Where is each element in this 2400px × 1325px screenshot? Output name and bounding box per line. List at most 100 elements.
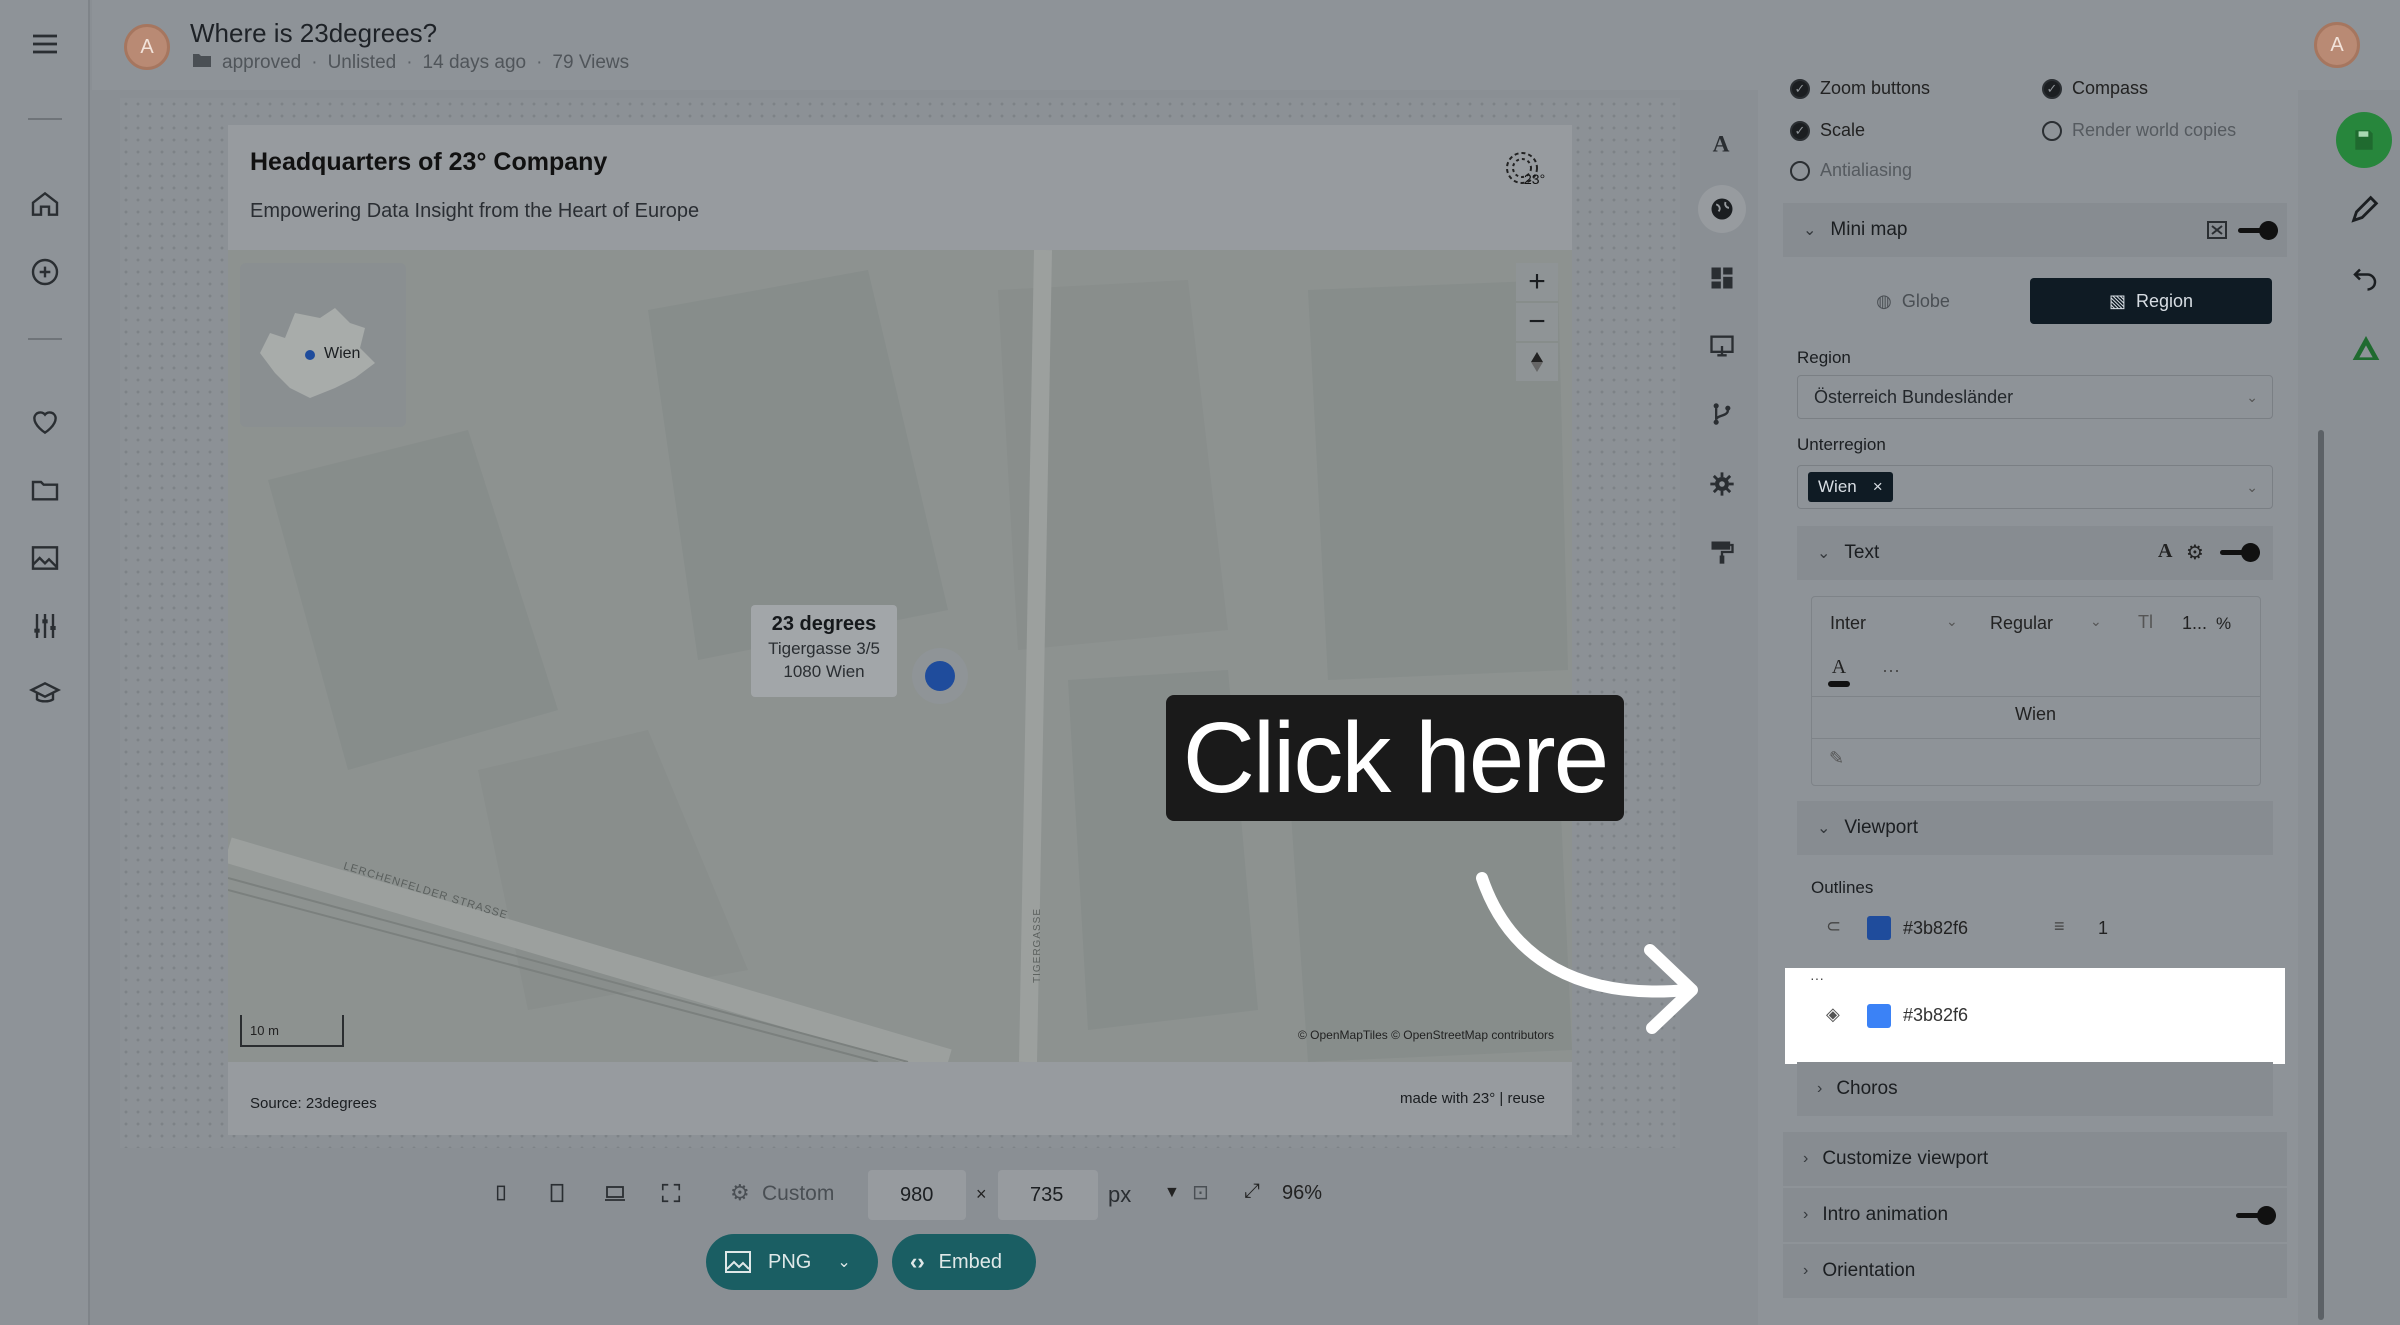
- popup-city: 1080 Wien: [783, 662, 865, 681]
- fill-color-row[interactable]: [1785, 968, 2285, 1064]
- made-with-link[interactable]: made with 23° | reuse: [1400, 1090, 1545, 1107]
- phone-preview-icon[interactable]: [486, 1178, 516, 1208]
- export-png-button[interactable]: PNG ⌄: [706, 1234, 878, 1290]
- outline-style-icon[interactable]: ⊂: [1826, 916, 1841, 937]
- region-select[interactable]: Österreich Bundesländer ⌄: [1797, 375, 2273, 419]
- zoom-in-button[interactable]: +: [1516, 263, 1558, 301]
- menu-icon[interactable]: [23, 22, 67, 66]
- minimap-settings-icon[interactable]: [2206, 220, 2228, 240]
- gear-icon[interactable]: [1698, 460, 1746, 508]
- globe-icon: ◍: [1876, 290, 1892, 311]
- undo-icon[interactable]: [2350, 262, 2380, 292]
- text-toggle[interactable]: [2220, 542, 2260, 562]
- render-world-copies-checkbox[interactable]: Render world copies: [2042, 120, 2236, 141]
- font-family-select[interactable]: Inter: [1830, 613, 1866, 634]
- typography-icon[interactable]: A: [2158, 540, 2172, 563]
- minimap-label: Wien: [324, 345, 361, 362]
- views-label: 79 Views: [552, 52, 630, 73]
- choros-section-header[interactable]: › Choros: [1797, 1062, 2273, 1116]
- laptop-preview-icon[interactable]: [600, 1178, 630, 1208]
- compass-icon[interactable]: [1516, 343, 1558, 381]
- gear-icon[interactable]: ⚙: [730, 1180, 750, 1206]
- paint-roller-icon[interactable]: [1698, 528, 1746, 576]
- caret-down-icon[interactable]: ▼: [1164, 1184, 1180, 1202]
- click-here-callout: Click here: [1166, 695, 1624, 821]
- age-label: 14 days ago: [422, 52, 527, 73]
- preset-select[interactable]: Custom: [762, 1182, 834, 1206]
- embed-button[interactable]: ‹› Embed: [892, 1234, 1036, 1290]
- font-size-input[interactable]: 1...: [2182, 613, 2207, 634]
- graduation-cap-icon[interactable]: [23, 672, 67, 716]
- orientation-section[interactable]: › Orientation: [1783, 1244, 2287, 1298]
- branch-icon[interactable]: [1698, 390, 1746, 438]
- height-input[interactable]: 735: [998, 1170, 1098, 1220]
- more-icon[interactable]: ···: [1882, 660, 1900, 681]
- check-icon: ✓: [1790, 78, 1810, 99]
- subregion-select[interactable]: Wien × ⌄: [1797, 465, 2273, 509]
- folder-icon: [192, 52, 212, 74]
- chevron-down-icon[interactable]: ⌄: [837, 1252, 850, 1272]
- user-avatar[interactable]: A: [2314, 22, 2360, 68]
- add-circle-icon[interactable]: [23, 250, 67, 294]
- location-marker[interactable]: [912, 648, 968, 704]
- typography-icon[interactable]: A: [1698, 118, 1746, 166]
- scale-checkbox[interactable]: ✓ Scale: [1790, 120, 1865, 141]
- tab-globe[interactable]: ◍ Globe: [1790, 278, 2036, 324]
- fit-icon[interactable]: ⤢: [1244, 1180, 1260, 1203]
- image-icon[interactable]: [23, 536, 67, 580]
- sliders-icon[interactable]: [23, 604, 67, 648]
- save-button[interactable]: [2336, 112, 2392, 168]
- fill-color-swatch[interactable]: [1867, 1004, 1891, 1028]
- close-icon[interactable]: ×: [1873, 477, 1883, 497]
- outline-width-value[interactable]: 1: [2098, 918, 2108, 939]
- font-weight-select[interactable]: Regular: [1990, 613, 2053, 634]
- tab-region[interactable]: ▧ Region: [2030, 278, 2272, 324]
- source-label: Source: 23degrees: [250, 1095, 377, 1112]
- brand-logo-icon[interactable]: [2350, 332, 2382, 364]
- pencil-icon[interactable]: [2348, 192, 2382, 226]
- zoom-out-button[interactable]: −: [1516, 303, 1558, 341]
- fill-color-value[interactable]: #3b82f6: [1903, 1005, 1968, 1026]
- fullscreen-icon[interactable]: [656, 1178, 686, 1208]
- gear-icon[interactable]: ⚙: [2186, 540, 2204, 565]
- paint-icon[interactable]: ✎: [1829, 748, 1844, 769]
- vienna-outline: [260, 308, 375, 398]
- unit-select[interactable]: px: [1108, 1182, 1131, 1208]
- unchecked-icon: [2042, 120, 2062, 141]
- text-color-icon[interactable]: A: [1828, 656, 1850, 690]
- svg-text:A: A: [1713, 131, 1730, 156]
- panel-scrollbar[interactable]: [2318, 430, 2324, 1320]
- data-icon[interactable]: [1698, 322, 1746, 370]
- chevron-right-icon: ›: [1817, 1080, 1823, 1097]
- subregion-label: Unterregion: [1797, 435, 1886, 454]
- heart-icon[interactable]: [23, 400, 67, 444]
- width-input[interactable]: 980: [868, 1170, 966, 1220]
- globe-icon[interactable]: [1698, 185, 1746, 233]
- mini-map[interactable]: Wien: [240, 263, 406, 427]
- intro-animation-toggle[interactable]: [2236, 1205, 2276, 1225]
- subregion-chip[interactable]: Wien ×: [1808, 472, 1893, 502]
- tablet-preview-icon[interactable]: [542, 1178, 572, 1208]
- minimap-toggle[interactable]: [2238, 220, 2278, 240]
- image-icon: [725, 1251, 751, 1273]
- map-view[interactable]: [228, 250, 1572, 1062]
- unchecked-icon: [1790, 160, 1810, 181]
- home-icon[interactable]: [23, 182, 67, 226]
- zoom-buttons-checkbox[interactable]: ✓ Zoom buttons: [1790, 78, 1930, 99]
- folder-icon[interactable]: [23, 468, 67, 512]
- outline-color-swatch[interactable]: [1867, 916, 1891, 940]
- project-meta: approved · Unlisted · 14 days ago · 79 V…: [192, 52, 629, 74]
- compass-checkbox[interactable]: ✓ Compass: [2042, 78, 2148, 99]
- lock-icon[interactable]: ⊡: [1192, 1180, 1209, 1205]
- layout-icon[interactable]: [1698, 254, 1746, 302]
- map-popup[interactable]: 23 degrees Tigergasse 3/5 1080 Wien: [751, 605, 897, 697]
- avatar[interactable]: A: [124, 24, 170, 70]
- region-label: Region: [1797, 348, 1851, 367]
- intro-animation-section[interactable]: › Intro animation: [1783, 1188, 2287, 1242]
- text-value[interactable]: Wien: [2015, 704, 2056, 725]
- outline-color-value[interactable]: #3b82f6: [1903, 918, 1968, 939]
- customize-viewport-section[interactable]: › Customize viewport: [1783, 1132, 2287, 1186]
- viewport-section-header[interactable]: ⌄ Viewport: [1797, 801, 2273, 855]
- antialiasing-checkbox[interactable]: Antialiasing: [1790, 160, 1912, 181]
- callout-arrow-icon: [1476, 872, 1698, 1034]
